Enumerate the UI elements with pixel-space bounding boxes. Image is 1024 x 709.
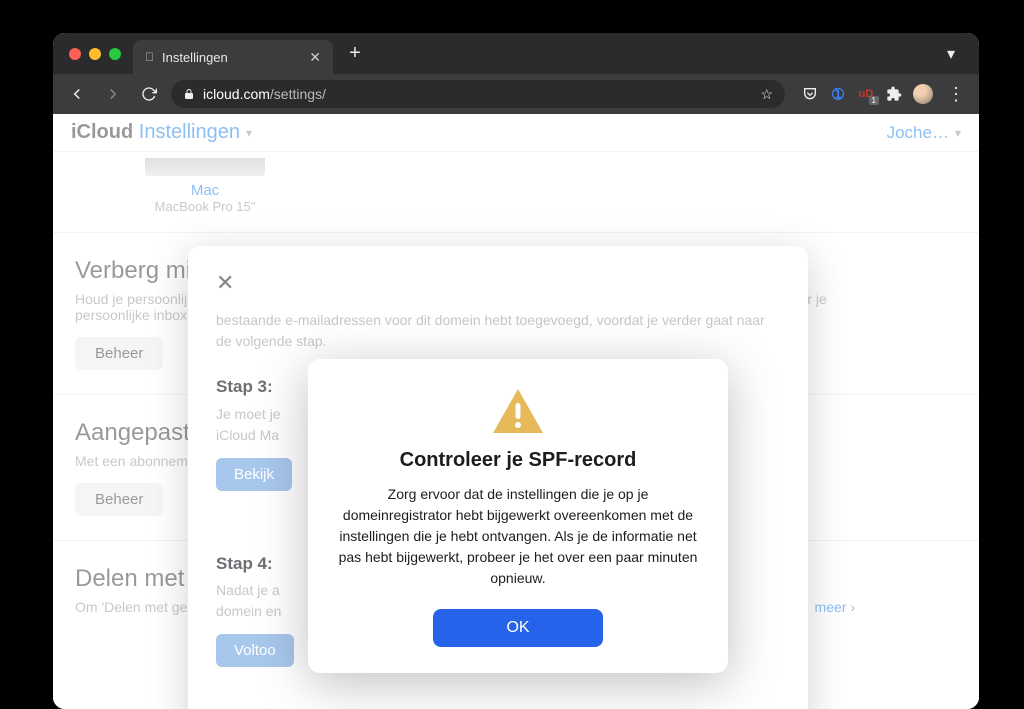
ublock-badge: 1 (869, 96, 879, 105)
back-button[interactable] (63, 80, 91, 108)
page: iCloud Instellingen ▾ Joche… ▾ Mac MacBo… (53, 114, 979, 709)
reload-button[interactable] (135, 80, 163, 108)
browser-window:  Instellingen ✕ + ▾ icloud.com/settings… (53, 33, 979, 709)
tab-close-icon[interactable]: ✕ (309, 49, 321, 66)
alert-body: Zorg ervoor dat de instellingen die je o… (338, 484, 698, 589)
step4-complete-button[interactable]: Voltoo (216, 634, 294, 667)
window-controls[interactable] (69, 48, 121, 60)
minimize-window-icon[interactable] (89, 48, 101, 60)
titlebar:  Instellingen ✕ + ▾ (53, 33, 979, 74)
profile-avatar[interactable] (913, 84, 933, 104)
alert-title: Controleer je SPF-record (338, 449, 698, 472)
forward-button[interactable] (99, 80, 127, 108)
warning-icon (491, 387, 545, 435)
extensions: ➀ uD1 ⋮ (801, 84, 969, 105)
alert-modal: Controleer je SPF-record Zorg ervoor dat… (308, 359, 728, 673)
apple-favicon-icon:  (145, 50, 154, 64)
browser-tab[interactable]:  Instellingen ✕ (133, 40, 333, 74)
url-bar[interactable]: icloud.com/settings/ ☆ (171, 80, 785, 108)
close-window-icon[interactable] (69, 48, 81, 60)
modal-close-icon[interactable]: ✕ (216, 270, 234, 295)
1password-icon[interactable]: ➀ (829, 85, 847, 103)
lock-icon (183, 88, 195, 100)
address-bar: icloud.com/settings/ ☆ ➀ uD1 ⋮ (53, 74, 979, 114)
tab-title: Instellingen (162, 50, 228, 65)
bookmark-star-icon[interactable]: ☆ (760, 86, 773, 103)
tabs-dropdown-icon[interactable]: ▾ (939, 44, 963, 64)
url-path: /settings/ (270, 86, 326, 102)
ok-button[interactable]: OK (433, 609, 603, 647)
new-tab-button[interactable]: + (341, 40, 369, 68)
maximize-window-icon[interactable] (109, 48, 121, 60)
browser-menu-icon[interactable]: ⋮ (943, 84, 969, 105)
pocket-icon[interactable] (801, 85, 819, 103)
extensions-puzzle-icon[interactable] (885, 85, 903, 103)
step3-view-button[interactable]: Bekijk (216, 458, 292, 491)
steps-intro: bestaande e-mailadressen voor dit domein… (216, 310, 780, 352)
ublock-icon[interactable]: uD1 (857, 85, 875, 103)
url-domain: icloud.com (203, 86, 270, 102)
